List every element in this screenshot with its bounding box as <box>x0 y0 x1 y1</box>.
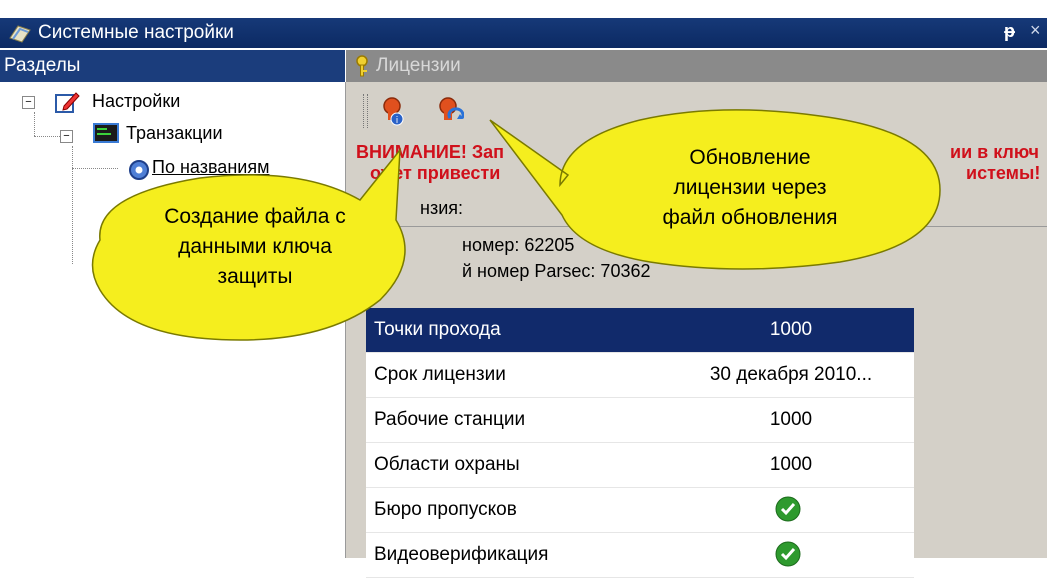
callout-create-key-file-text: Создание файла с данными ключа защиты <box>135 202 375 292</box>
callout-line: лицензии через <box>673 176 827 199</box>
callout-line: данными ключа <box>178 235 332 258</box>
callout-line: Создание файла с <box>164 205 346 228</box>
callout-line: файл обновления <box>662 206 838 229</box>
callout-update-license-text: Обновление лицензии через файл обновлени… <box>630 143 870 233</box>
callout-line: Обновление <box>689 146 811 169</box>
callout-line: защиты <box>217 265 293 288</box>
